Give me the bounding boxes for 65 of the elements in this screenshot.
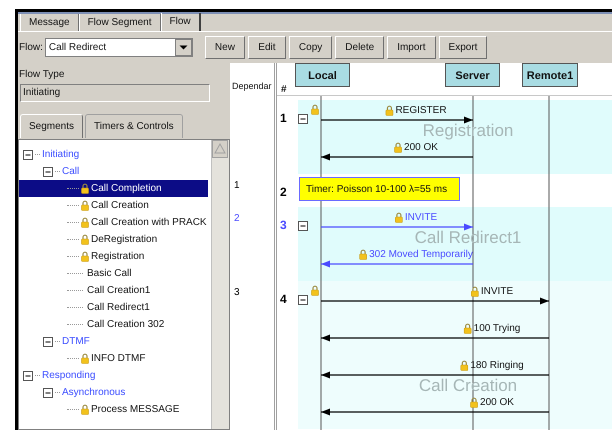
- toolbar-button[interactable]: New: [204, 36, 245, 59]
- message-arrow[interactable]: [321, 372, 549, 378]
- tree-item[interactable]: Call Creation 302: [19, 316, 211, 333]
- message-label: INVITE: [404, 212, 438, 223]
- message-arrow[interactable]: [321, 116, 473, 124]
- tab[interactable]: Flow: [160, 13, 201, 31]
- collapse-icon[interactable]: [298, 295, 308, 305]
- tree-item[interactable]: Registration: [19, 248, 211, 265]
- tree-item[interactable]: Call Creation1: [19, 282, 211, 299]
- participant-box[interactable]: Server: [445, 63, 500, 87]
- message-label: REGISTER: [395, 105, 447, 116]
- flow-dropdown[interactable]: Call Redirect: [44, 38, 193, 57]
- tree-item[interactable]: DeRegistration: [19, 231, 211, 248]
- step-number: 3: [280, 218, 287, 232]
- collapse-icon[interactable]: [43, 336, 53, 346]
- dependency-number: 1: [234, 180, 240, 191]
- step-number: 4: [280, 292, 287, 306]
- dependency-number: 3: [234, 287, 240, 298]
- flow-type-label: Flow Type: [19, 69, 66, 80]
- message-label: INVITE: [480, 286, 514, 297]
- participant-box[interactable]: Local: [295, 63, 350, 87]
- message-arrow[interactable]: [321, 154, 473, 160]
- timer-box[interactable]: Timer: Poisson 10-100 λ=55 ms: [299, 177, 460, 201]
- tree-item[interactable]: DTMF: [19, 333, 211, 350]
- tree-item[interactable]: Responding: [19, 367, 211, 384]
- tree-item[interactable]: Call: [19, 163, 211, 180]
- panel-tab[interactable]: Timers & Controls: [85, 114, 183, 138]
- tab[interactable]: Message: [20, 14, 79, 31]
- flow-label: Flow:: [19, 42, 43, 53]
- scrollbar[interactable]: [211, 140, 229, 429]
- message-label: 200 OK: [480, 397, 514, 408]
- message-arrow[interactable]: [321, 298, 549, 304]
- flow-type-field: Initiating: [20, 84, 210, 102]
- tree-item[interactable]: Call Redirect1: [19, 299, 211, 316]
- tree-item[interactable]: Call Creation with PRACK: [19, 214, 211, 231]
- message-label: 100 Trying: [474, 323, 520, 334]
- step-number: 2: [280, 185, 287, 199]
- tree-item[interactable]: Initiating: [19, 146, 211, 163]
- collapse-icon[interactable]: [298, 114, 308, 124]
- message-label: 200 OK: [404, 142, 438, 153]
- toolbar-button[interactable]: Copy: [288, 36, 332, 59]
- tree-item[interactable]: Call Creation: [19, 197, 211, 214]
- message-arrow[interactable]: [321, 408, 549, 416]
- collapse-icon[interactable]: [43, 388, 53, 398]
- tree-item[interactable]: Basic Call: [19, 265, 211, 282]
- tab[interactable]: Flow Segment: [78, 14, 160, 31]
- dependency-number: 2: [234, 213, 240, 224]
- tree-item[interactable]: INFO DTMF: [19, 350, 211, 367]
- column-header: #: [281, 84, 287, 95]
- participant-box[interactable]: Remote1: [522, 63, 578, 87]
- message-arrow[interactable]: [321, 334, 549, 342]
- collapse-icon[interactable]: [298, 221, 308, 231]
- step-number: 1: [280, 111, 287, 125]
- collapse-icon[interactable]: [43, 166, 53, 176]
- toolbar-button[interactable]: Delete: [335, 36, 384, 59]
- tree-item[interactable]: Process MESSAGE: [19, 401, 211, 418]
- column-header: Dependar: [232, 81, 272, 91]
- tree-item[interactable]: Call Completion: [19, 180, 208, 197]
- toolbar-button[interactable]: Import: [387, 36, 436, 59]
- toolbar-button[interactable]: Export: [438, 36, 488, 59]
- panel-tab[interactable]: Segments: [20, 114, 84, 138]
- collapse-icon[interactable]: [23, 150, 33, 160]
- toolbar-button[interactable]: Edit: [248, 36, 286, 59]
- tree-item[interactable]: Asynchronous: [19, 384, 211, 401]
- collapse-icon[interactable]: [23, 370, 33, 380]
